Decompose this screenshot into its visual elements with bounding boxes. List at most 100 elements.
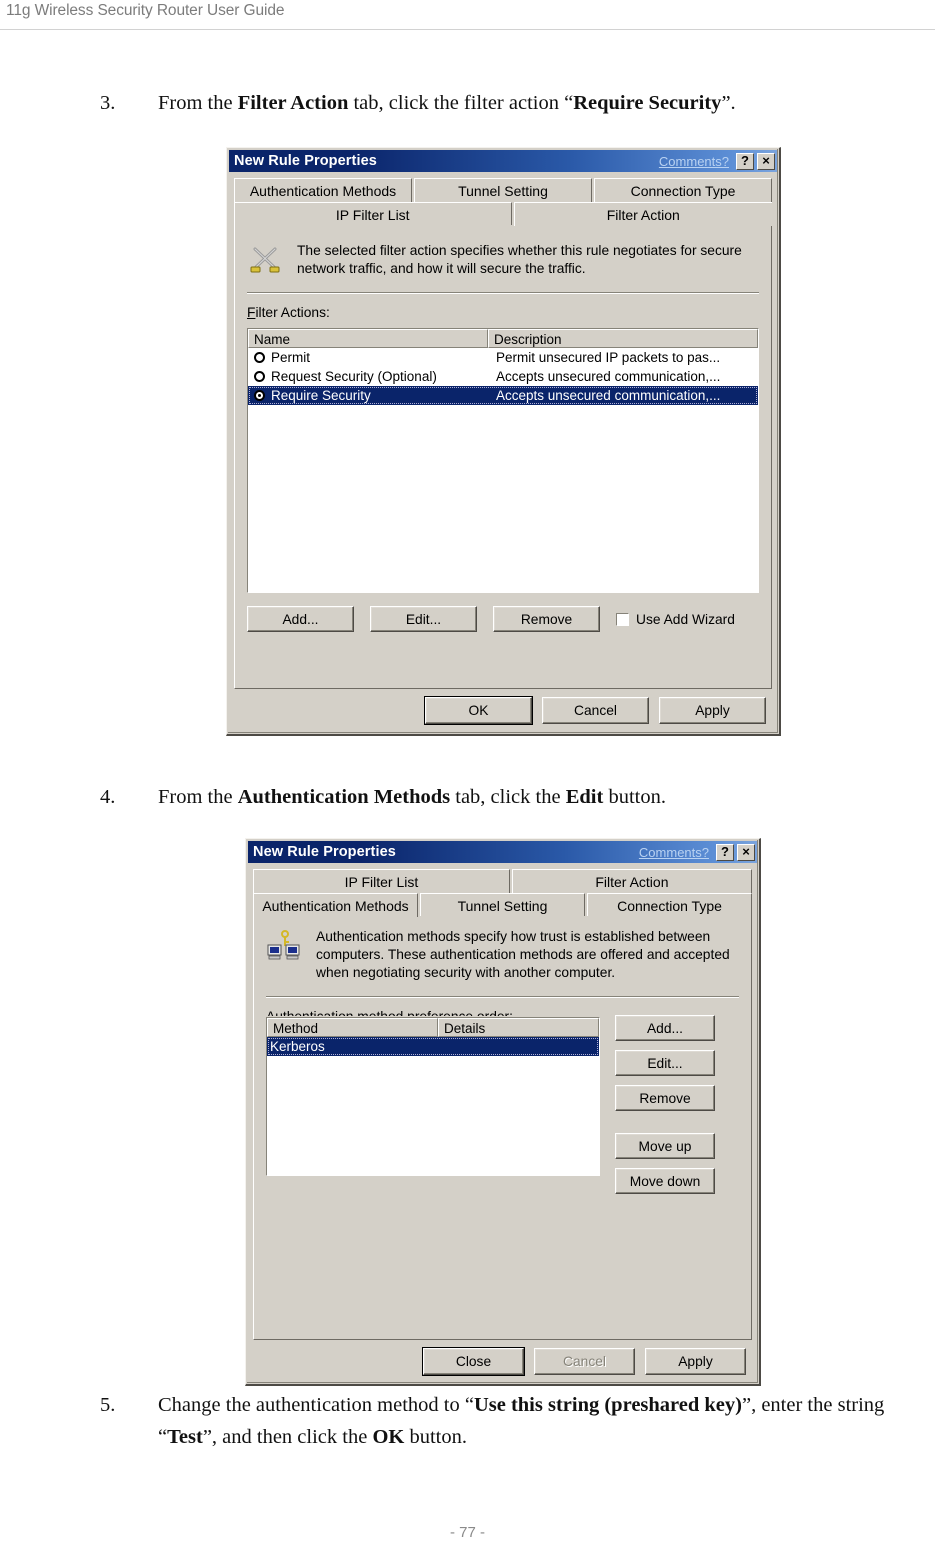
tab-page-filter-action: The selected filter action specifies whe… [234, 225, 772, 689]
row-description-cell: Accepts unsecured communication,... [496, 369, 721, 384]
ok-button[interactable]: OK [424, 696, 533, 725]
radio-icon-checked[interactable] [254, 390, 265, 401]
radio-icon[interactable] [254, 352, 265, 363]
remove-button[interactable]: Remove [493, 606, 600, 632]
tab-tunnel-setting[interactable]: Tunnel Setting [420, 893, 585, 917]
description-separator [247, 292, 759, 295]
description-text: Authentication methods specify how trust… [316, 929, 730, 981]
tab-filter-action[interactable]: Filter Action [511, 869, 752, 893]
column-header-name[interactable]: Name [248, 329, 488, 348]
move-up-button[interactable]: Move up [615, 1133, 715, 1159]
step-5-text: Change the authentication method to “Use… [158, 1390, 935, 1454]
add-button[interactable]: Add... [247, 606, 354, 632]
step-5-part-5: OK [372, 1425, 405, 1448]
dialog-footer-buttons: OK Cancel Apply [424, 696, 766, 725]
table-row[interactable]: Request Security (Optional) Accepts unse… [248, 367, 758, 386]
help-icon[interactable]: ? [716, 843, 734, 861]
step-5-number: 5. [100, 1394, 116, 1416]
step-5-part-3: Test [167, 1425, 203, 1448]
help-icon[interactable]: ? [736, 152, 754, 170]
remove-button-label: Remove [520, 611, 573, 627]
checkbox-icon[interactable] [615, 611, 630, 627]
description-separator [266, 995, 739, 998]
step-5-part-0: Change the authentication method to “ [158, 1394, 474, 1416]
tab-row-top: Authentication Methods Tunnel Setting Co… [234, 178, 772, 202]
step-3-part-0: From the [158, 92, 238, 114]
dialog-titlebar[interactable]: New Rule Properties Comments? ? × [229, 150, 777, 172]
dialog-titlebar[interactable]: New Rule Properties Comments? ? × [248, 841, 757, 863]
step-4-text: From the Authentication Methods tab, cli… [158, 782, 900, 814]
step-3: 3. From the Filter Action tab, click the… [100, 88, 900, 120]
row-method-cell: Kerberos [270, 1039, 325, 1054]
row-name-cell: Permit [251, 350, 491, 365]
step-4-part-1: Authentication Methods [237, 786, 451, 808]
row-name-text: Require Security [271, 388, 371, 403]
tab-ip-filter-list[interactable]: IP Filter List [234, 202, 512, 226]
apply-button[interactable]: Apply [645, 1348, 746, 1375]
tab-row-top: IP Filter List Filter Action [253, 869, 752, 893]
table-row-selected[interactable]: Require Security Accepts unsecured commu… [248, 386, 758, 405]
cancel-button-label: Cancel [574, 703, 617, 718]
row-name-text: Request Security (Optional) [271, 369, 437, 384]
comments-link[interactable]: Comments? [659, 154, 729, 169]
header-divider [0, 29, 935, 30]
step-4-part-3: Edit [565, 786, 604, 808]
description-area: The selected filter action specifies whe… [235, 225, 771, 278]
tabstrip: Authentication Methods Tunnel Setting Co… [234, 178, 772, 227]
tab-connection-type[interactable]: Connection Type [594, 178, 772, 202]
column-header-details[interactable]: Details [438, 1018, 599, 1037]
edit-button[interactable]: Edit... [370, 606, 477, 632]
cancel-button-label: Cancel [563, 1354, 606, 1369]
two-computers-key-icon [266, 929, 302, 963]
tab-row-bottom: IP Filter List Filter Action [234, 202, 772, 226]
dialog-title: New Rule Properties [234, 153, 377, 169]
edit-button-label: Edit... [647, 1055, 683, 1071]
step-5-part-6: button. [404, 1425, 468, 1448]
step-4-part-4: button. [603, 786, 666, 808]
tab-connection-type[interactable]: Connection Type [587, 893, 752, 917]
page-header-title: 11g Wireless Security Router User Guide [6, 2, 285, 19]
row-name-cell: Require Security [251, 388, 491, 403]
table-row-selected[interactable]: Kerberos [267, 1037, 599, 1056]
auth-methods-listview[interactable]: Method Details Kerberos [265, 1016, 601, 1177]
cancel-button[interactable]: Cancel [542, 697, 649, 724]
comments-link[interactable]: Comments? [639, 845, 709, 860]
row-description-cell: Permit unsecured IP packets to pas... [496, 350, 721, 365]
row-description-cell: Accepts unsecured communication,... [496, 388, 721, 403]
edit-button[interactable]: Edit... [615, 1050, 715, 1076]
step-3-part-1: Filter Action [237, 92, 349, 114]
tab-authentication-methods[interactable]: Authentication Methods [253, 893, 418, 917]
use-add-wizard-checkbox-row[interactable]: Use Add Wizard [615, 611, 735, 627]
description-text: The selected filter action specifies whe… [297, 243, 742, 277]
radio-icon[interactable] [254, 371, 265, 382]
step-4-number: 4. [100, 786, 116, 808]
add-button[interactable]: Add... [615, 1015, 715, 1041]
table-row[interactable]: Permit Permit unsecured IP packets to pa… [248, 348, 758, 367]
close-icon[interactable]: × [737, 843, 755, 861]
new-rule-properties-dialog-filter-action[interactable]: New Rule Properties Comments? ? × Authen… [226, 147, 781, 736]
remove-button[interactable]: Remove [615, 1085, 715, 1111]
step-3-number: 3. [100, 92, 116, 114]
tab-ip-filter-list[interactable]: IP Filter List [253, 869, 510, 893]
filter-actions-listview[interactable]: Name Description Permit Permit unsecured… [246, 327, 760, 594]
step-5-part-1: Use this string (preshared key) [473, 1394, 742, 1416]
close-icon[interactable]: × [757, 152, 775, 170]
listview-header: Name Description [248, 329, 758, 348]
add-button-label: Add... [646, 1020, 684, 1036]
tab-page-auth-methods: Authentication methods specify how trust… [253, 916, 752, 1340]
step-4-part-2: tab, click the [450, 786, 566, 808]
move-up-button-label: Move up [638, 1138, 692, 1154]
crossed-swords-icon [247, 243, 283, 277]
step-4-part-0: From the [158, 786, 238, 808]
row-name-text: Permit [271, 350, 311, 365]
close-button[interactable]: Close [422, 1347, 525, 1376]
tab-tunnel-setting[interactable]: Tunnel Setting [414, 178, 592, 202]
ok-button-label: OK [468, 703, 489, 718]
new-rule-properties-dialog-auth-methods[interactable]: New Rule Properties Comments? ? × IP Fil… [245, 838, 761, 1386]
tab-filter-action[interactable]: Filter Action [513, 202, 772, 226]
tab-authentication-methods[interactable]: Authentication Methods [234, 178, 412, 202]
apply-button[interactable]: Apply [659, 697, 766, 724]
column-header-method[interactable]: Method [267, 1018, 438, 1037]
column-header-description[interactable]: Description [488, 329, 758, 348]
move-down-button[interactable]: Move down [615, 1168, 715, 1194]
